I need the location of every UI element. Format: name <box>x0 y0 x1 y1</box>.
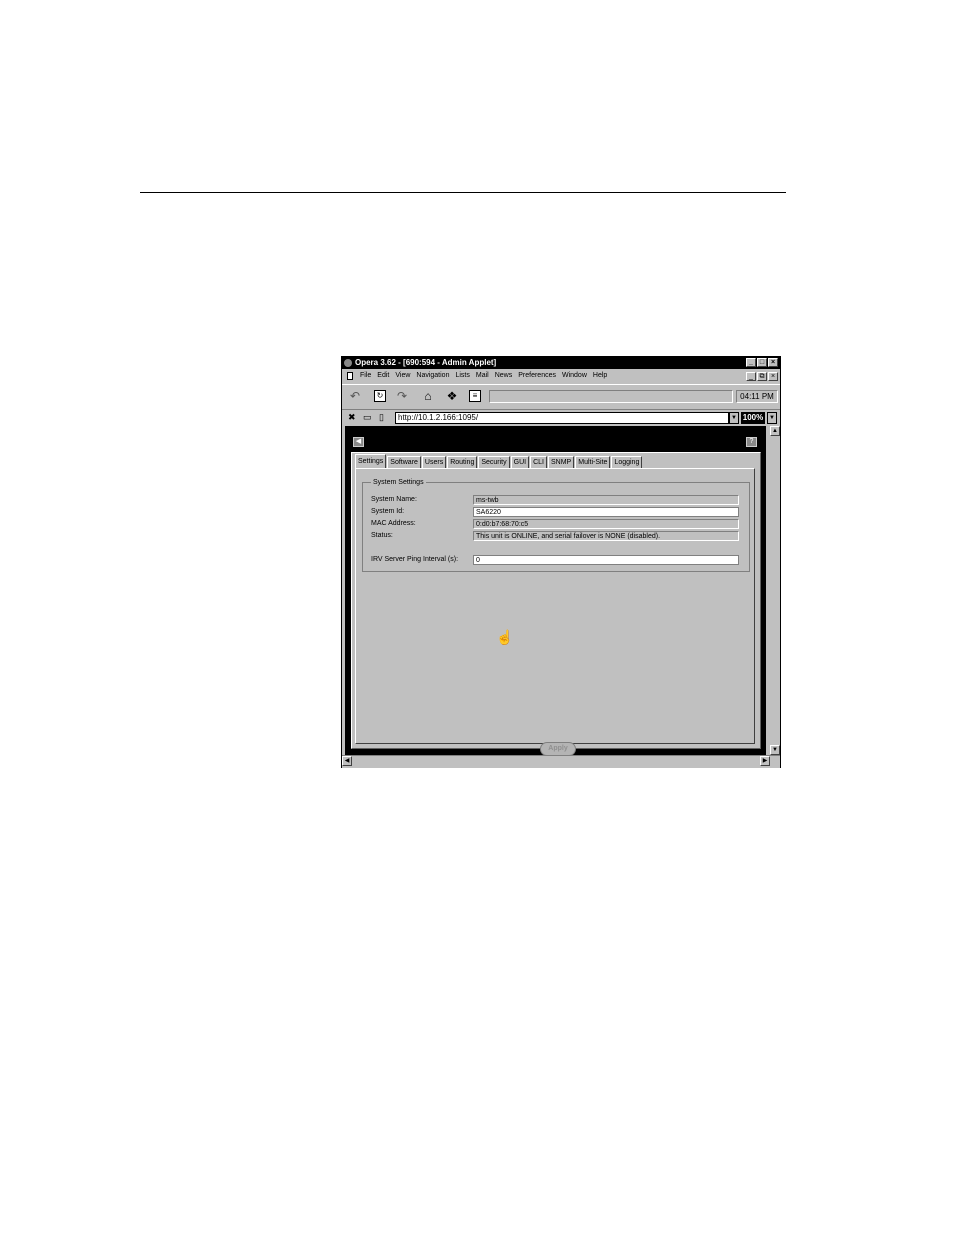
vertical-scrollbar[interactable]: ▲ ▼ <box>770 426 780 755</box>
minimize-button[interactable]: _ <box>746 358 756 367</box>
menu-window[interactable]: Window <box>562 370 587 382</box>
tab-cli[interactable]: CLI <box>530 456 547 468</box>
back-icon[interactable]: ◀ <box>353 437 364 447</box>
tab-routing[interactable]: Routing <box>447 456 478 468</box>
tab-users[interactable]: Users <box>421 456 447 468</box>
menu-preferences[interactable]: Preferences <box>518 370 556 382</box>
hotlist-icon[interactable]: ❖ <box>444 389 460 404</box>
address-bar: ✖ ▭ ▯ http://10.1.2.166:1095/ ▼ 100% ▼ <box>342 410 780 424</box>
tab-settings[interactable]: Settings <box>355 454 387 468</box>
print-icon[interactable]: ≡ <box>469 390 481 402</box>
status-value: This unit is ONLINE, and serial failover… <box>473 531 739 541</box>
maximize-button[interactable]: □ <box>757 358 767 367</box>
hand-cursor-icon: ☝ <box>496 629 514 645</box>
page-rule <box>140 192 786 193</box>
window-icon[interactable]: ▭ <box>363 412 372 422</box>
tab-logging[interactable]: Logging <box>611 456 643 468</box>
settings-panel: Settings Software Users Routing Security… <box>351 452 761 756</box>
ping-interval-label: IRV Server Ping Interval (s): <box>371 556 459 563</box>
page-icon[interactable]: ▯ <box>379 412 384 422</box>
help-icon[interactable]: ? <box>746 437 757 447</box>
mac-address-label: MAC Address: <box>371 520 416 527</box>
system-name-value: ms-twb <box>473 495 739 505</box>
close-button[interactable]: × <box>768 358 778 367</box>
tab-strip: Settings Software Users Routing Security… <box>355 454 643 468</box>
horizontal-scrollbar[interactable]: ◀ ▶ <box>342 755 780 768</box>
menu-news[interactable]: News <box>495 370 513 382</box>
system-id-field[interactable]: SA6220 <box>473 507 739 517</box>
zoom-dropdown-icon[interactable]: ▼ <box>767 412 777 424</box>
menu-file[interactable]: File <box>360 370 371 382</box>
reload-icon[interactable]: ↻ <box>374 390 386 402</box>
system-id-label: System Id: <box>371 508 405 515</box>
document-icon <box>347 372 353 380</box>
home-icon[interactable]: ⌂ <box>420 389 436 404</box>
opera-logo-icon <box>344 359 352 367</box>
scroll-left-icon[interactable]: ◀ <box>342 756 352 766</box>
system-name-label: System Name: <box>371 496 417 503</box>
forward-arrow-icon[interactable]: ↷ <box>394 389 410 404</box>
doc-close-button[interactable]: × <box>768 372 778 381</box>
scroll-up-icon[interactable]: ▲ <box>770 426 780 436</box>
applet-area: ◀ ? Settings Software Users Routing Secu… <box>345 426 766 756</box>
tab-snmp[interactable]: SNMP <box>548 456 575 468</box>
scroll-down-icon[interactable]: ▼ <box>770 745 780 755</box>
scroll-right-icon[interactable]: ▶ <box>760 756 770 766</box>
stop-icon[interactable]: ✖ <box>348 412 356 422</box>
progress-bar <box>489 390 733 403</box>
status-label: Status: <box>371 532 393 539</box>
apply-button[interactable]: Apply <box>540 742 576 756</box>
back-arrow-icon[interactable]: ↶ <box>347 389 363 404</box>
menu-edit[interactable]: Edit <box>377 370 389 382</box>
menu-lists[interactable]: Lists <box>455 370 469 382</box>
menu-bar: File Edit View Navigation Lists Mail New… <box>342 370 780 382</box>
toolbar: ↶ ↻ ↷ ⌂ ❖ ≡ 04:11 PM <box>342 384 780 410</box>
url-input[interactable]: http://10.1.2.166:1095/ <box>395 412 729 424</box>
tab-software[interactable]: Software <box>387 456 421 468</box>
tab-security[interactable]: Security <box>478 456 510 468</box>
title-bar: Opera 3.62 - [690:594 - Admin Applet] _ … <box>342 357 780 369</box>
clock-display: 04:11 PM <box>736 390 778 403</box>
menu-view[interactable]: View <box>395 370 410 382</box>
zoom-level[interactable]: 100% <box>741 412 765 424</box>
tab-multi-site[interactable]: Multi-Site <box>575 456 611 468</box>
group-title: System Settings <box>371 478 426 487</box>
doc-restore-button[interactable]: ⧉ <box>757 372 767 381</box>
tab-content: System Settings System Name: ms-twb Syst… <box>355 468 755 756</box>
url-dropdown-icon[interactable]: ▼ <box>729 412 739 424</box>
doc-minimize-button[interactable]: _ <box>746 372 756 381</box>
menu-mail[interactable]: Mail <box>476 370 489 382</box>
system-settings-group: System Settings System Name: ms-twb Syst… <box>362 478 750 572</box>
tab-gui[interactable]: GUI <box>510 456 530 468</box>
menu-help[interactable]: Help <box>593 370 607 382</box>
menu-navigation[interactable]: Navigation <box>416 370 449 382</box>
ping-interval-field[interactable]: 0 <box>473 555 739 565</box>
mac-address-value: 0:d0:b7:68:70:c5 <box>473 519 739 529</box>
window-title: Opera 3.62 - [690:594 - Admin Applet] <box>355 358 497 367</box>
opera-window: Opera 3.62 - [690:594 - Admin Applet] _ … <box>341 356 781 768</box>
